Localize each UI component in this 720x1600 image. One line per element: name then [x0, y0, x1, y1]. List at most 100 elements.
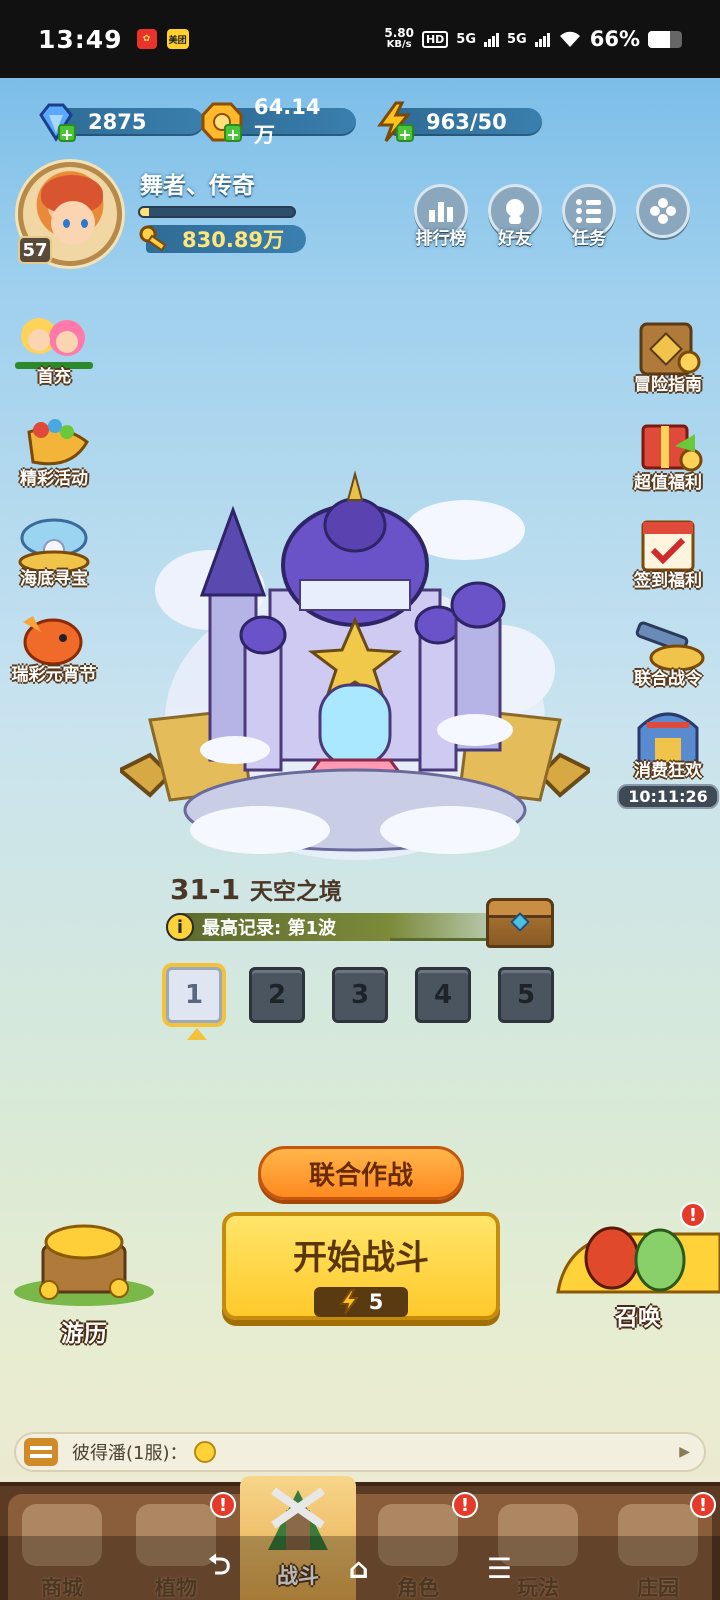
best-record-text: 最高记录: 第1波	[202, 918, 336, 939]
travel-button[interactable]: 游历	[6, 1218, 162, 1348]
wave-number: 1	[184, 980, 204, 1010]
wave-button-1[interactable]: 1	[166, 967, 222, 1023]
lantern-festival-button[interactable]: 瑞彩元宵节	[2, 608, 106, 685]
xp-bar	[138, 206, 296, 218]
wave-number: 2	[267, 980, 287, 1010]
net-speed-unit: KB/s	[386, 39, 412, 50]
net-speed-value: 5.80	[384, 26, 414, 40]
add-diamond-icon[interactable]: +	[58, 124, 76, 144]
event-timer: 10:11:26	[617, 784, 719, 809]
diamond-icon: +	[34, 100, 78, 144]
wave-button-5[interactable]: 5	[498, 967, 554, 1023]
more-menu-button[interactable]	[632, 184, 694, 238]
alliance-pass-button[interactable]: 联合战令	[616, 612, 720, 689]
side-label: 海底寻宝	[20, 569, 88, 589]
chat-message: 彼得潘(1服)：	[72, 1443, 188, 1464]
signal-icon	[534, 31, 550, 47]
wave-button-3[interactable]: 3	[332, 967, 388, 1023]
side-label: 瑞彩元宵节	[11, 665, 97, 685]
wave-number: 4	[433, 980, 453, 1010]
side-label: 消费狂欢	[634, 761, 702, 781]
energy-cost: 5	[314, 1287, 408, 1317]
summon-label: 召唤	[615, 1305, 661, 1331]
stage-castle-image[interactable]	[116, 470, 594, 870]
lightning-icon	[338, 1289, 359, 1315]
alert-badge-icon: !	[452, 1492, 478, 1518]
add-energy-icon[interactable]: +	[396, 124, 414, 144]
ranking-label: 排行榜	[415, 229, 467, 249]
gold-coin-icon: +	[200, 100, 244, 144]
tasks-button[interactable]: 任务	[558, 184, 620, 249]
battery-percent: 66%	[589, 27, 640, 51]
clock: 13:49	[38, 24, 123, 54]
travel-label: 游历	[61, 1321, 107, 1347]
side-label: 超值福利	[634, 473, 702, 493]
diamond-counter[interactable]: + 2875	[34, 103, 204, 144]
home-icon[interactable]: ⌂	[349, 1552, 369, 1585]
side-label: 联合战令	[634, 669, 702, 689]
world-chat-bar[interactable]: 彼得潘(1服)： ▶	[14, 1432, 706, 1472]
signal-label-2: 5G	[507, 31, 527, 47]
smile-emoji-icon	[193, 1441, 216, 1463]
system-nav-bar: ⮌ ⌂ ☰	[0, 1536, 720, 1600]
gold-chest-icon	[14, 1224, 154, 1306]
sea-treasure-button[interactable]: 海底寻宝	[2, 512, 106, 589]
side-label: 精彩活动	[20, 469, 88, 489]
selected-wave-indicator	[187, 1028, 207, 1040]
chat-icon	[24, 1438, 58, 1466]
alert-badge-icon: !	[680, 1202, 706, 1228]
spending-carnival-button[interactable]: 消费狂欢 10:11:26	[616, 704, 720, 809]
summon-button[interactable]: 召唤 !	[556, 1202, 720, 1332]
status-bar: 13:49 ✿ 美团 5.80 KB/s HD 5G 5G 66%	[0, 0, 720, 78]
stage-name: 天空之境	[249, 879, 342, 905]
app-notification-icon: ✿	[136, 29, 157, 49]
wave-button-2[interactable]: 2	[249, 967, 305, 1023]
recents-icon[interactable]: ☰	[487, 1552, 512, 1585]
avatar-face	[51, 201, 95, 245]
lightning-icon: +	[372, 100, 416, 144]
back-icon[interactable]: ⮌	[208, 1544, 230, 1592]
alert-badge-icon: !	[210, 1492, 236, 1518]
events-button[interactable]: 精彩活动	[2, 412, 106, 489]
start-battle-button[interactable]: 开始战斗 5	[222, 1212, 500, 1320]
side-label: 签到福利	[634, 571, 702, 591]
stage-number: 31-1	[170, 873, 241, 906]
avatar-eye	[63, 219, 70, 228]
adventure-guide-button[interactable]: 冒险指南	[616, 318, 720, 395]
player-name: 舞者、传奇	[140, 173, 255, 199]
xp-fill	[140, 208, 150, 216]
tasks-label: 任务	[572, 229, 606, 249]
ranking-button[interactable]: 排行榜	[410, 184, 472, 249]
checkin-benefits-button[interactable]: 签到福利	[616, 514, 720, 591]
energy-counter[interactable]: + 963/50	[372, 101, 542, 144]
player-level: 57	[18, 236, 52, 264]
coop-battle-button[interactable]: 联合作战	[258, 1146, 464, 1200]
friends-button[interactable]: 好友	[484, 184, 546, 249]
power-display: 830.89万	[138, 224, 307, 254]
value-benefits-button[interactable]: 超值福利	[616, 416, 720, 493]
add-gold-icon[interactable]: +	[224, 124, 242, 144]
wave-button-4[interactable]: 4	[415, 967, 471, 1023]
first-recharge-button[interactable]: 首充	[2, 310, 106, 387]
signal-icon	[484, 31, 500, 47]
expand-chat-icon[interactable]: ▶	[679, 1444, 690, 1460]
friends-label: 好友	[498, 229, 532, 249]
best-record-banner: i 最高记录: 第1波	[166, 913, 540, 941]
start-battle-label: 开始战斗	[293, 1238, 429, 1278]
gold-counter[interactable]: + 64.14万	[200, 95, 356, 147]
meituan-notification-icon: 美团	[166, 29, 189, 49]
energy-cost-value: 5	[368, 1290, 384, 1314]
treasure-chest-icon[interactable]	[486, 898, 554, 948]
side-label: 冒险指南	[634, 375, 702, 395]
castle-illustration	[116, 470, 594, 860]
hd-icon: HD	[421, 30, 449, 48]
wave-number: 5	[516, 980, 536, 1010]
avatar-eye	[81, 219, 88, 228]
battery-icon	[648, 30, 682, 48]
more-icon	[636, 184, 690, 238]
key-icon	[139, 225, 167, 252]
info-icon: i	[166, 913, 194, 941]
network-speed: 5.80 KB/s	[384, 26, 414, 50]
wave-number: 3	[350, 980, 370, 1010]
alert-badge-icon: !	[690, 1492, 716, 1518]
